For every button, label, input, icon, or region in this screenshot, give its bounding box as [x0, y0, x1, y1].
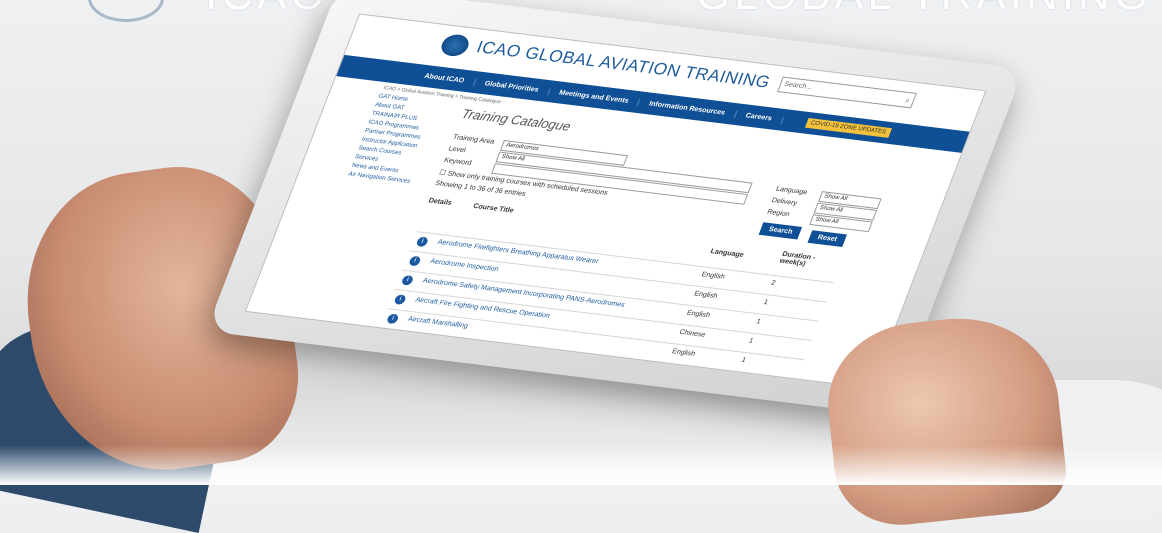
search-placeholder: Search... — [782, 80, 814, 92]
course-duration: 2 — [769, 279, 777, 287]
bottom-fade — [0, 445, 1162, 485]
icao-logo-icon[interactable] — [438, 33, 473, 58]
region-label: Region — [765, 208, 791, 219]
info-icon[interactable]: i — [385, 313, 400, 325]
nav-item-about[interactable]: About ICAO — [413, 71, 477, 86]
training-area-label: Training Area — [451, 133, 496, 146]
col-details[interactable]: Details — [427, 197, 452, 207]
search-button[interactable]: Search — [758, 222, 803, 240]
search-input[interactable]: Search... ⌕ — [777, 76, 917, 109]
info-icon[interactable]: i — [400, 274, 415, 286]
course-title[interactable]: Aircraft Marshalling — [407, 316, 469, 330]
level-label: Level — [447, 145, 467, 155]
course-language: Chinese — [678, 328, 707, 339]
icao-emblem-partial — [88, 0, 164, 22]
course-language: English — [670, 348, 697, 358]
course-duration: 1 — [762, 299, 769, 307]
course-language: English — [700, 271, 726, 281]
course-duration: 1 — [740, 356, 747, 364]
banner-text-left: ICAO — [205, 0, 329, 20]
banner-text-right: GLOBAL TRAINING — [696, 0, 1152, 20]
search-icon[interactable]: ⌕ — [903, 94, 913, 108]
course-duration: 1 — [755, 318, 762, 326]
course-language: English — [693, 290, 719, 301]
nav-item-priorities[interactable]: Global Priorities — [473, 78, 551, 95]
col-duration[interactable]: Duration - week(s) — [778, 251, 833, 271]
course-title[interactable]: Aerodrome Inspection — [429, 258, 500, 273]
info-icon[interactable]: i — [408, 255, 422, 267]
course-language: English — [685, 309, 712, 320]
nav-item-careers[interactable]: Careers — [734, 110, 784, 124]
course-duration: 1 — [747, 337, 755, 345]
info-icon[interactable]: i — [393, 294, 407, 305]
info-icon[interactable]: i — [415, 236, 430, 248]
col-language[interactable]: Language — [709, 248, 744, 259]
